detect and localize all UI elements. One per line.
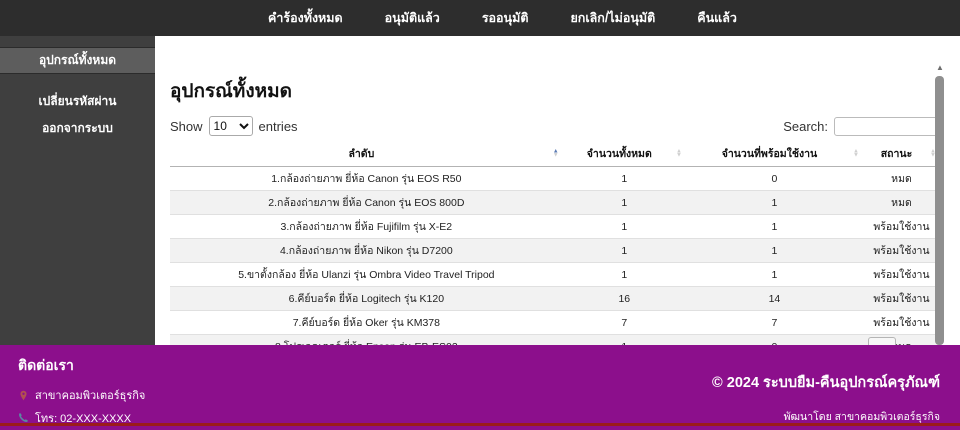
- column-header[interactable]: จำนวนที่พร้อมใช้งาน ▲ ▼: [685, 141, 863, 167]
- contact-line-text: สาขาคอมพิวเตอร์ธุรกิจ: [35, 390, 146, 402]
- equipment-table-wrap: ลำดับ ▲ ▼ จำนวนทั้งหมด ▲ ▼ จำนวนที่พร้อมใช…: [170, 141, 940, 345]
- available-qty-cell: 1: [685, 190, 863, 215]
- item-name-cell: 4.กล้องถ่ายภาพ ยี่ห้อ Nikon รุ่น D7200: [170, 238, 563, 263]
- top-navigation-bar: คำร้องทั้งหมด อนุมัติแล้ว รออนุมัติ ยกเล…: [0, 0, 960, 36]
- table-body: 1.กล้องถ่ายภาพ ยี่ห้อ Canon รุ่น EOS R50…: [170, 167, 940, 345]
- column-header-label: สถานะ: [880, 148, 913, 160]
- sidebar: อุปกรณ์ทั้งหมด เปลี่ยนรหัสผ่าน ออกจากระบ…: [0, 36, 155, 345]
- sidebar-item[interactable]: ออกจากระบบ: [0, 116, 155, 143]
- scroll-up-arrow-icon[interactable]: ▲: [935, 62, 945, 74]
- column-header[interactable]: สถานะ ▲ ▼: [862, 141, 940, 167]
- main-content: อุปกรณ์ทั้งหมด Show 10 entries Search: ล…: [155, 36, 960, 345]
- sort-icon: ▲ ▼: [853, 148, 859, 159]
- phone-icon: [18, 412, 29, 423]
- item-name-cell: 2.กล้องถ่ายภาพ ยี่ห้อ Canon รุ่น EOS 800…: [170, 190, 563, 215]
- footer-accent-line: [0, 423, 960, 426]
- contact-line-department: สาขาคอมพิวเตอร์ธุรกิจ: [18, 386, 171, 404]
- page-title: อุปกรณ์ทั้งหมด: [170, 81, 292, 102]
- page-length-control: Show 10 entries: [170, 116, 298, 136]
- copyright-text: © 2024 ระบบยืม-คืนอุปกรณ์ครุภัณฑ์: [712, 375, 940, 391]
- total-qty-cell: 1: [621, 172, 628, 185]
- total-qty-cell: 1: [562, 214, 686, 239]
- column-header-label: จำนวนที่พร้อมใช้งาน: [721, 148, 818, 160]
- footer-contact-block: ติดต่อเรา สาขาคอมพิวเตอร์ธุรกิจ โทร: 02-…: [18, 355, 171, 430]
- status-cell: พร้อมใช้งาน: [862, 286, 940, 311]
- available-qty-cell: 14: [685, 286, 863, 311]
- status-cell: หมด: [862, 190, 940, 215]
- table-row: 1.กล้องถ่ายภาพ ยี่ห้อ Canon รุ่น EOS R50…: [170, 167, 940, 191]
- table-row: 7.คีย์บอร์ด ยี่ห้อ Oker รุ่น KM378 7 7 พ…: [170, 310, 940, 335]
- available-qty-cell: 1: [685, 214, 863, 239]
- column-header[interactable]: ลำดับ ▲ ▼: [170, 141, 563, 167]
- search-label: Search:: [783, 118, 828, 134]
- column-header[interactable]: จำนวนทั้งหมด ▲ ▼: [562, 141, 686, 167]
- app-window: คำร้องทั้งหมด อนุมัติแล้ว รออนุมัติ ยกเล…: [0, 0, 960, 430]
- total-qty-cell: 1: [562, 238, 686, 263]
- column-header-label: จำนวนทั้งหมด: [586, 148, 652, 160]
- table-row: 3.กล้องถ่ายภาพ ยี่ห้อ Fujifilm รุ่น X-E2…: [170, 214, 940, 239]
- table-row: 2.กล้องถ่ายภาพ ยี่ห้อ Canon รุ่น EOS 800…: [170, 190, 940, 215]
- footer-credits-block: © 2024 ระบบยืม-คืนอุปกรณ์ครุภัณฑ์ พัฒนาโ…: [712, 371, 940, 425]
- status-cell: พร้อมใช้งาน: [862, 238, 940, 263]
- column-header-label: ลำดับ: [348, 148, 375, 160]
- sort-icon: ▲ ▼: [552, 148, 559, 159]
- available-qty-cell: 1: [685, 262, 863, 287]
- table-row: 4.กล้องถ่ายภาพ ยี่ห้อ Nikon รุ่น D7200 1…: [170, 238, 940, 263]
- table-controls: Show 10 entries Search:: [170, 116, 940, 136]
- topnav-item[interactable]: คืนแล้ว: [697, 8, 737, 28]
- item-name-cell: 7.คีย์บอร์ด ยี่ห้อ Oker รุ่น KM378: [170, 310, 563, 335]
- total-qty-cell: 7: [562, 310, 686, 335]
- table-header-row: ลำดับ ▲ ▼ จำนวนทั้งหมด ▲ ▼ จำนวนที่พร้อมใช…: [170, 141, 940, 167]
- pagination-button-partial[interactable]: [868, 337, 896, 345]
- total-qty-cell: 1: [562, 262, 686, 287]
- available-qty-cell: 7: [685, 310, 863, 335]
- topnav-item[interactable]: อนุมัติแล้ว: [385, 8, 440, 28]
- show-label: Show: [170, 118, 203, 134]
- sidebar-item[interactable]: อุปกรณ์ทั้งหมด: [0, 47, 155, 74]
- status-cell: หมด: [891, 173, 912, 185]
- available-qty-cell: 1: [685, 238, 863, 263]
- table-row: 8.โปรเจคเตอร์ ยี่ห้อ Epson รุ่น EB-ES02 …: [170, 334, 940, 345]
- page-length-select[interactable]: 10: [208, 116, 253, 136]
- item-name-cell: 6.คีย์บอร์ด ยี่ห้อ Logitech รุ่น K120: [170, 286, 563, 311]
- equipment-table: ลำดับ ▲ ▼ จำนวนทั้งหมด ▲ ▼ จำนวนที่พร้อมใช…: [170, 141, 940, 345]
- contact-title: ติดต่อเรา: [18, 357, 74, 373]
- location-pin-icon: [18, 390, 29, 401]
- total-qty-cell: 1: [562, 334, 686, 345]
- status-cell: พร้อมใช้งาน: [862, 214, 940, 239]
- item-name-cell: 1.กล้องถ่ายภาพ ยี่ห้อ Canon รุ่น EOS R50: [271, 173, 462, 185]
- total-qty-cell: 1: [562, 190, 686, 215]
- table-row: 5.ขาตั้งกล้อง ยี่ห้อ Ulanzi รุ่น Ombra V…: [170, 262, 940, 287]
- status-cell: พร้อมใช้งาน: [862, 262, 940, 287]
- item-name-cell: 3.กล้องถ่ายภาพ ยี่ห้อ Fujifilm รุ่น X-E2: [170, 214, 563, 239]
- topnav-item[interactable]: รออนุมัติ: [482, 8, 529, 28]
- footer: ติดต่อเรา สาขาคอมพิวเตอร์ธุรกิจ โทร: 02-…: [0, 345, 960, 430]
- topnav-item[interactable]: ยกเลิก/ไม่อนุมัติ: [570, 8, 655, 28]
- sidebar-item[interactable]: เปลี่ยนรหัสผ่าน: [0, 89, 155, 116]
- entries-label: entries: [258, 118, 298, 134]
- topnav-item[interactable]: คำร้องทั้งหมด: [268, 8, 343, 28]
- scrollbar-thumb[interactable]: [935, 76, 944, 345]
- total-qty-cell: 16: [562, 286, 686, 311]
- item-name-cell: 8.โปรเจคเตอร์ ยี่ห้อ Epson รุ่น EB-ES02: [170, 334, 563, 345]
- available-qty-cell: 0: [685, 334, 863, 345]
- search-control: Search:: [783, 116, 940, 136]
- item-name-cell: 5.ขาตั้งกล้อง ยี่ห้อ Ulanzi รุ่น Ombra V…: [170, 262, 563, 287]
- search-input[interactable]: [834, 116, 940, 136]
- table-row: 6.คีย์บอร์ด ยี่ห้อ Logitech รุ่น K120 16…: [170, 286, 940, 311]
- status-cell: พร้อมใช้งาน: [862, 310, 940, 335]
- available-qty-cell: 0: [771, 172, 778, 185]
- sort-icon: ▲ ▼: [675, 148, 682, 159]
- vertical-scrollbar: ▲: [935, 62, 945, 345]
